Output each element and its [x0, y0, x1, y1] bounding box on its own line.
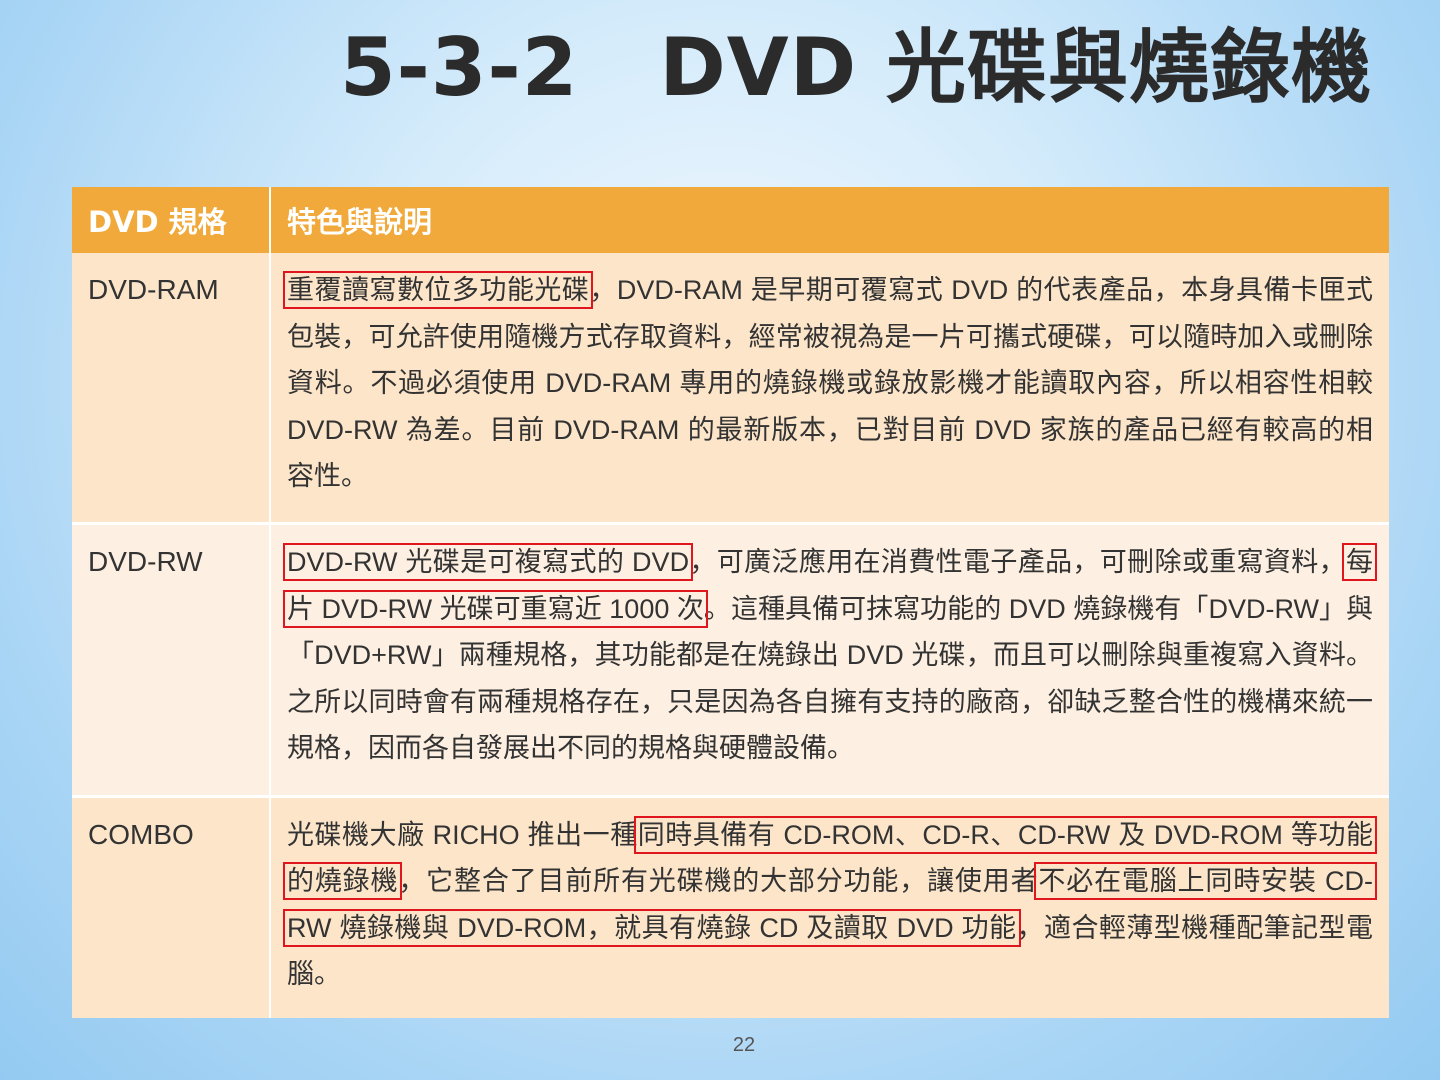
description-text: 光碟機大廠 RICHO 推出一種 — [287, 819, 638, 850]
spec-name: DVD-RW — [72, 522, 271, 797]
table-header-row: DVD 規格 特色與說明 — [72, 187, 1389, 253]
description-text: ，可廣泛應用在消費性電子產品，可刪除或重寫資料， — [689, 547, 1346, 578]
header-spec: DVD 規格 — [72, 187, 271, 253]
spec-description: 重覆讀寫數位多功能光碟，DVD-RAM 是早期可覆寫式 DVD 的代表產品，本身… — [270, 253, 1389, 524]
table-row-dvd-ram: DVD-RAM 重覆讀寫數位多功能光碟，DVD-RAM 是早期可覆寫式 DVD … — [72, 253, 1389, 524]
spec-name: COMBO — [72, 794, 271, 1018]
spec-name: DVD-RAM — [72, 253, 271, 524]
table-row-dvd-rw: DVD-RW DVD-RW 光碟是可複寫式的 DVD，可廣泛應用在消費性電子產品… — [72, 522, 1389, 797]
spec-description: DVD-RW 光碟是可複寫式的 DVD，可廣泛應用在消費性電子產品，可刪除或重寫… — [270, 522, 1389, 797]
dvd-spec-table: DVD 規格 特色與說明 DVD-RAM 重覆讀寫數位多功能光碟，DVD-RAM… — [72, 187, 1389, 1018]
page-number: 22 — [732, 1034, 756, 1056]
description-text: ，DVD-RAM 是早期可覆寫式 DVD 的代表產品，本身具備卡匣式包裝，可允許… — [287, 275, 1373, 491]
highlighted-phrase: 重覆讀寫數位多功能光碟 — [282, 271, 594, 309]
table-row-combo: COMBO 光碟機大廠 RICHO 推出一種同時具備有 CD-ROM、CD-R、… — [72, 794, 1389, 1018]
description-text: ，它整合了目前所有光碟機的大部分功能，讓使用者 — [398, 866, 1039, 897]
highlighted-phrase: DVD-RW 光碟是可複寫式的 DVD — [282, 543, 694, 582]
header-description: 特色與說明 — [270, 187, 1389, 253]
slide-title: 5-3-2 DVD 光碟與燒錄機 — [340, 21, 1372, 114]
spec-description: 光碟機大廠 RICHO 推出一種同時具備有 CD-ROM、CD-R、CD-RW … — [270, 794, 1389, 1018]
